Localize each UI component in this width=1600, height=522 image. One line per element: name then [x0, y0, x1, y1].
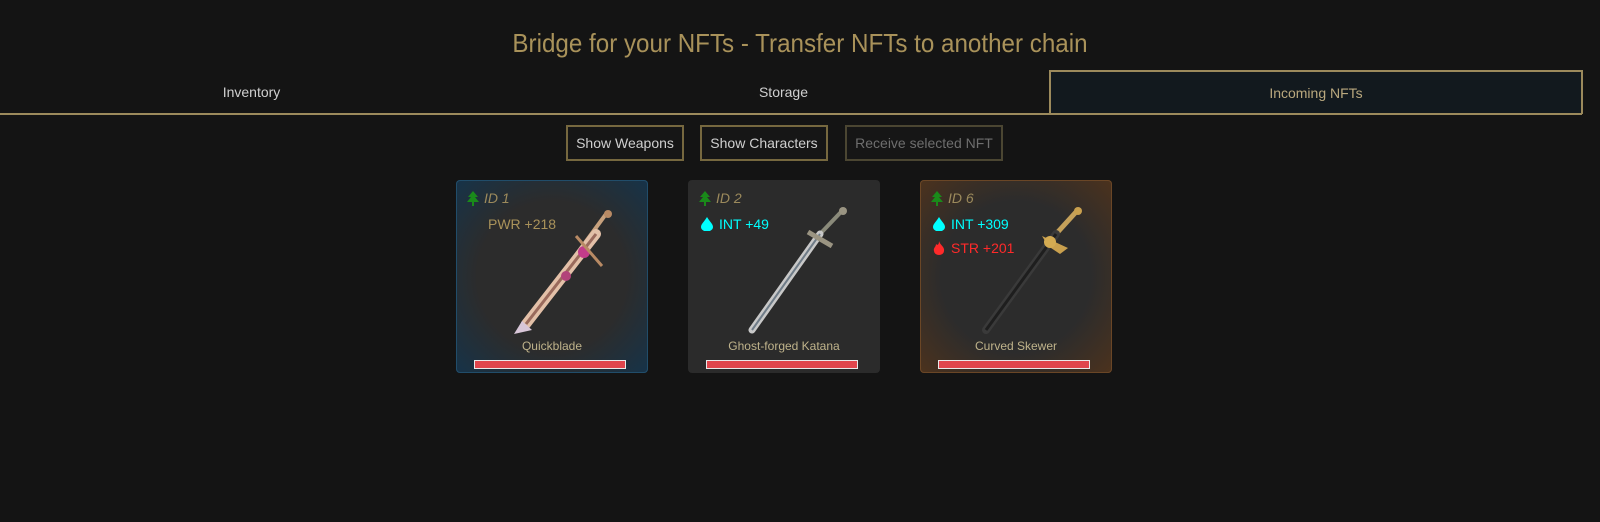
sword-image	[982, 207, 1082, 334]
weapon-name: Ghost-forged Katana	[728, 339, 840, 353]
tab-inventory[interactable]: Inventory	[0, 70, 503, 114]
water-drop-icon	[933, 217, 945, 231]
weapon-card[interactable]: ID 2 INT +49 Ghost-forged Katana	[688, 180, 880, 373]
tree-icon	[467, 190, 479, 206]
weapon-id: ID 1	[484, 190, 510, 206]
tab-underline	[0, 113, 1582, 115]
weapon-card[interactable]: ID 6 INT +309 STR +201 Curved Skewer	[920, 180, 1112, 373]
weapon-id: ID 6	[948, 190, 974, 206]
tab-storage[interactable]: Storage	[520, 70, 1047, 114]
sword-image	[748, 207, 847, 334]
receive-selected-nft-button[interactable]: Receive selected NFT	[845, 125, 1003, 161]
show-characters-button[interactable]: Show Characters	[700, 125, 828, 161]
water-drop-icon	[701, 217, 713, 231]
weapon-name: Curved Skewer	[974, 339, 1058, 353]
durability-bar	[706, 360, 858, 369]
sword-image	[514, 210, 612, 334]
show-weapons-button[interactable]: Show Weapons	[566, 125, 684, 161]
page-title: Bridge for your NFTs - Transfer NFTs to …	[512, 28, 1088, 58]
tree-icon	[931, 190, 943, 206]
fire-icon	[933, 241, 945, 255]
weapon-card[interactable]: ID 1 PWR +218 Quickblade	[456, 180, 648, 373]
tab-incoming-nfts[interactable]: Incoming NFTs	[1049, 70, 1583, 114]
tab-bar: Inventory Storage Incoming NFTs	[0, 70, 1600, 115]
tree-icon	[699, 190, 711, 206]
weapon-id: ID 2	[716, 190, 742, 206]
durability-bar	[938, 360, 1090, 369]
weapon-name: Quickblade	[521, 339, 583, 353]
durability-bar	[474, 360, 626, 369]
